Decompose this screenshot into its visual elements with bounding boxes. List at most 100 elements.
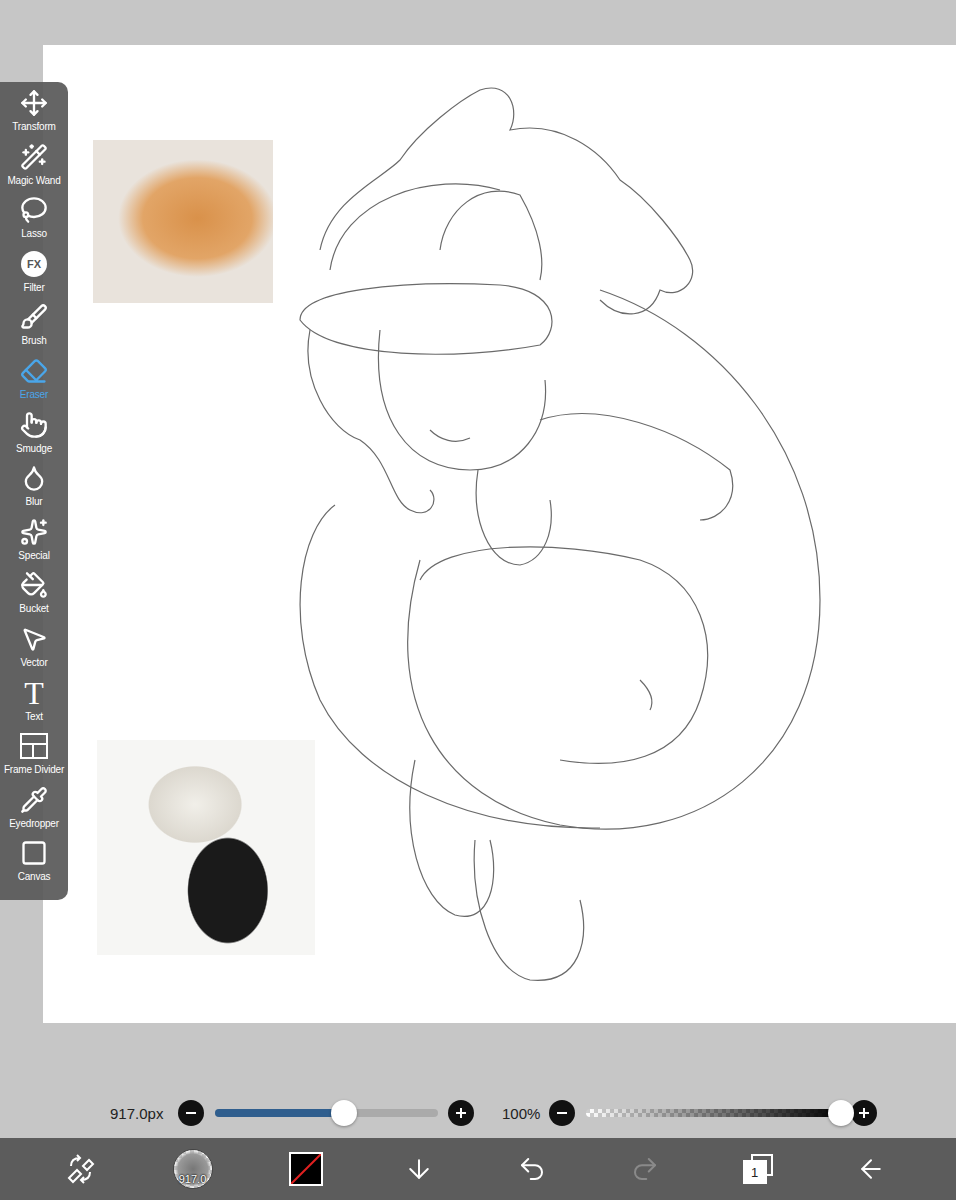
brush-preview: 917.0 xyxy=(173,1149,213,1189)
layers-icon: 1 xyxy=(743,1154,773,1184)
tool-button[interactable]: T Text xyxy=(0,678,68,732)
tool-icon-box xyxy=(19,785,49,815)
tool-label: Lasso xyxy=(21,228,47,240)
tool-label: Transform xyxy=(12,121,55,133)
tool-palette: Transform Magic Wand Lasso FX Filter Brush Era… xyxy=(0,82,68,900)
brush-size-row: 917.0px xyxy=(110,1099,474,1127)
size-decrease-button[interactable] xyxy=(178,1100,204,1126)
layers-button[interactable]: 1 xyxy=(734,1145,782,1193)
tool-icon-box xyxy=(19,356,49,386)
color-button[interactable] xyxy=(282,1145,330,1193)
canvas-icon xyxy=(20,839,48,867)
tool-button[interactable]: Canvas xyxy=(0,838,68,892)
brush-size-reading: 917.0px xyxy=(110,1105,178,1122)
tool-button[interactable]: Bucket xyxy=(0,570,68,624)
opacity-slider[interactable] xyxy=(586,1109,841,1117)
slider-thumb[interactable] xyxy=(331,1100,357,1126)
minus-icon xyxy=(555,1106,569,1120)
tool-label: Eyedropper xyxy=(9,818,59,830)
tool-label: Special xyxy=(18,550,49,562)
tool-label: Smudge xyxy=(16,443,52,455)
move-icon xyxy=(20,89,48,117)
tool-button[interactable]: Blur xyxy=(0,463,68,517)
canvas[interactable] xyxy=(43,45,956,1023)
tool-button[interactable]: Eyedropper xyxy=(0,785,68,839)
tool-icon-box xyxy=(19,410,49,440)
slider-thumb[interactable] xyxy=(828,1100,854,1126)
sparkles-icon xyxy=(20,518,48,546)
finger-icon xyxy=(20,411,48,439)
reference-illustration[interactable] xyxy=(97,740,315,955)
app: Transform Magic Wand Lasso FX Filter Brush Era… xyxy=(0,0,956,1200)
tool-label: Text xyxy=(25,711,43,723)
tool-label: Filter xyxy=(23,282,44,294)
download-button[interactable] xyxy=(395,1145,443,1193)
tool-button[interactable]: FX Filter xyxy=(0,249,68,303)
tool-label: Brush xyxy=(21,335,46,347)
tool-label: Magic Wand xyxy=(7,175,60,187)
tool-icon-box xyxy=(19,142,49,172)
paint-bucket-icon xyxy=(20,571,48,599)
eyedropper-icon xyxy=(20,786,48,814)
tool-button[interactable]: Eraser xyxy=(0,356,68,410)
text-icon: T xyxy=(24,678,44,708)
redo-button[interactable] xyxy=(621,1145,669,1193)
frame-divider-icon xyxy=(19,731,49,761)
lasso-icon xyxy=(20,196,48,224)
fx-icon: FX xyxy=(21,251,47,277)
size-increase-button[interactable] xyxy=(448,1100,474,1126)
back-button[interactable] xyxy=(847,1145,895,1193)
plus-icon xyxy=(454,1106,468,1120)
tool-icon-box xyxy=(19,463,49,493)
tool-button[interactable]: Smudge xyxy=(0,410,68,464)
tool-button[interactable]: Brush xyxy=(0,302,68,356)
tool-icon-box xyxy=(19,88,49,118)
tool-icon-box xyxy=(19,624,49,654)
tool-button[interactable]: Special xyxy=(0,517,68,571)
opacity-decrease-button[interactable] xyxy=(549,1100,575,1126)
arrow-down-icon xyxy=(404,1154,434,1184)
tool-icon-box xyxy=(19,838,49,868)
bottom-toolbar: 917.01 xyxy=(0,1138,956,1200)
tool-button[interactable]: Frame Divider xyxy=(0,731,68,785)
arrow-left-icon xyxy=(856,1154,886,1184)
tool-label: Bucket xyxy=(19,603,48,615)
reference-photo[interactable] xyxy=(93,140,273,303)
tool-button[interactable]: Vector xyxy=(0,624,68,678)
tool-label: Canvas xyxy=(18,871,51,883)
tool-icon-box xyxy=(19,731,49,761)
brush-icon xyxy=(20,303,48,331)
tool-label: Frame Divider xyxy=(4,764,64,776)
opacity-increase-button[interactable] xyxy=(851,1100,877,1126)
magic-wand-icon xyxy=(20,143,48,171)
tool-button[interactable]: Transform xyxy=(0,88,68,142)
eraser-icon xyxy=(20,357,48,385)
opacity-row: 100% xyxy=(502,1099,877,1127)
swap-tool-button[interactable] xyxy=(56,1145,104,1193)
top-band xyxy=(0,0,956,45)
redo-icon xyxy=(630,1154,660,1184)
tool-button[interactable]: Magic Wand xyxy=(0,142,68,196)
tool-icon-box: T xyxy=(19,678,49,708)
undo-button[interactable] xyxy=(508,1145,556,1193)
brush-preview-button[interactable]: 917.0 xyxy=(169,1145,217,1193)
tool-icon-box xyxy=(19,570,49,600)
minus-icon xyxy=(184,1106,198,1120)
tool-icon-box: FX xyxy=(19,249,49,279)
slider-fill xyxy=(215,1109,344,1117)
tool-label: Vector xyxy=(20,657,47,669)
plus-icon xyxy=(857,1106,871,1120)
canvas-area xyxy=(0,45,956,1023)
opacity-reading: 100% xyxy=(502,1105,549,1122)
undo-icon xyxy=(517,1154,547,1184)
droplet-icon xyxy=(20,464,48,492)
tool-icon-box xyxy=(19,302,49,332)
tool-icon-box xyxy=(19,517,49,547)
brush-size-slider[interactable] xyxy=(215,1109,438,1117)
tool-label: Blur xyxy=(26,496,43,508)
tool-button[interactable]: Lasso xyxy=(0,195,68,249)
brush-preview-size: 917.0 xyxy=(179,1173,207,1185)
brush-eraser-swap-icon xyxy=(63,1152,97,1186)
transparent-slash-icon xyxy=(291,1154,321,1184)
tool-icon-box xyxy=(19,195,49,225)
